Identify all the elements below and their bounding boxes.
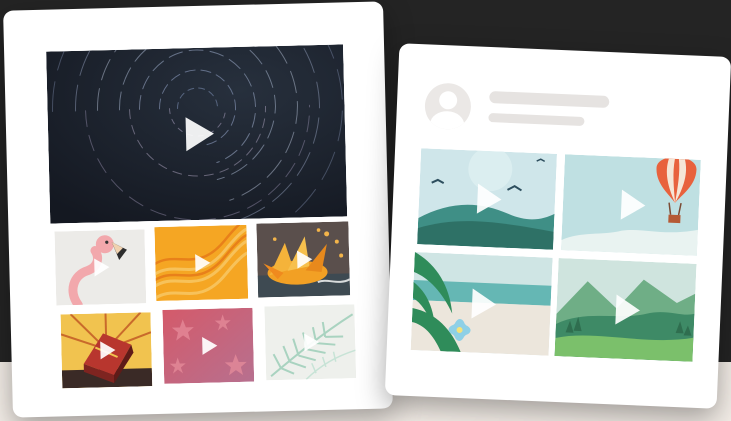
play-icon[interactable] bbox=[620, 189, 646, 221]
video-thumbnail-orange-waves[interactable] bbox=[154, 224, 249, 302]
play-icon[interactable] bbox=[471, 288, 497, 320]
play-icon[interactable] bbox=[297, 250, 313, 269]
play-icon[interactable] bbox=[94, 258, 110, 277]
video-thumbnail-pink-stars[interactable] bbox=[162, 307, 255, 384]
video-thumbnail-green-mountains[interactable] bbox=[554, 258, 697, 362]
play-icon[interactable] bbox=[476, 183, 503, 215]
subtitle-placeholder bbox=[488, 112, 585, 127]
play-icon[interactable] bbox=[202, 336, 218, 355]
play-icon[interactable] bbox=[185, 116, 214, 152]
user-avatar-icon[interactable] bbox=[423, 82, 472, 131]
social-post-card bbox=[384, 43, 731, 409]
avatar-shoulders bbox=[429, 110, 465, 131]
video-thumbnail-beach-flower[interactable] bbox=[410, 252, 553, 356]
video-thumbnail-palm-leaves[interactable] bbox=[264, 304, 357, 381]
video-thumbnail-autumn-leaves[interactable] bbox=[256, 221, 351, 298]
avatar-head bbox=[438, 90, 458, 110]
video-gallery-card bbox=[3, 1, 393, 418]
play-icon[interactable] bbox=[100, 341, 116, 360]
play-icon[interactable] bbox=[195, 253, 211, 273]
video-thumbnail-flamingo[interactable] bbox=[54, 229, 147, 306]
username-placeholder bbox=[489, 91, 610, 109]
featured-video-thumbnail[interactable] bbox=[46, 44, 348, 224]
video-thumbnail-hills-birds[interactable] bbox=[417, 148, 558, 250]
play-icon[interactable] bbox=[615, 294, 641, 326]
play-icon[interactable] bbox=[304, 333, 320, 352]
video-thumbnail-hot-air-balloon[interactable] bbox=[560, 154, 701, 256]
video-thumbnail-treasure-box[interactable] bbox=[60, 312, 153, 389]
